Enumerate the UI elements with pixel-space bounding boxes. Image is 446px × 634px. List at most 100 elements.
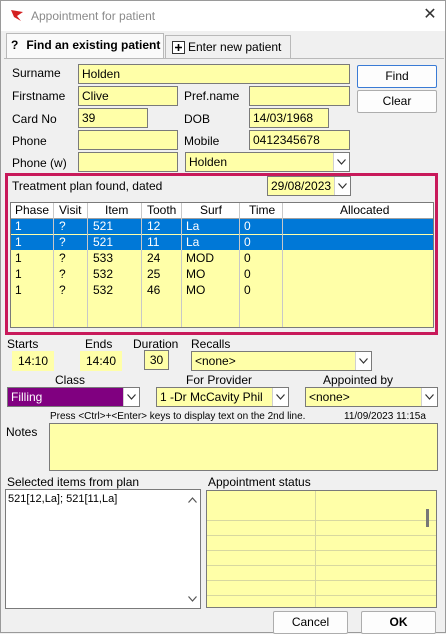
chevron-down-icon[interactable]	[421, 388, 437, 406]
phone-work-field[interactable]	[78, 152, 178, 172]
provider-select[interactable]: 1 -Dr McCavity Phil	[156, 387, 289, 407]
recalls-value: <none>	[195, 354, 236, 368]
plan-cell-phase: 1	[15, 235, 22, 249]
duration-field[interactable]: 30	[144, 350, 169, 370]
clear-button[interactable]: Clear	[357, 90, 437, 113]
plan-row[interactable]: 1? 521 12 La 0	[11, 219, 433, 234]
column-header[interactable]: Time	[249, 203, 275, 218]
tab-label: Enter new patient	[188, 40, 282, 54]
status-row	[207, 506, 436, 521]
mobile-field[interactable]: 0412345678	[249, 130, 350, 150]
ends-field[interactable]: 14:40	[80, 351, 122, 371]
appointed-by-value: <none>	[309, 390, 350, 404]
appointment-status-grid[interactable]	[206, 490, 437, 608]
plan-cell-tooth: 11	[147, 235, 160, 249]
plan-date-value: 29/08/2023	[271, 179, 332, 193]
notes-field[interactable]	[49, 423, 438, 471]
dob-label: DOB	[184, 112, 211, 126]
plan-cell-surf: La	[186, 219, 200, 233]
ok-label: OK	[389, 615, 408, 629]
prefname-field[interactable]	[249, 86, 350, 106]
plan-cell-item: 533	[93, 251, 114, 265]
selected-items-box[interactable]: 521[12,La]; 521[11,La]	[5, 489, 201, 609]
chevron-down-icon[interactable]	[355, 352, 371, 370]
firstname-field[interactable]: Clive	[78, 86, 178, 106]
chevron-down-icon[interactable]	[333, 153, 349, 171]
ok-button[interactable]: OK	[361, 611, 436, 634]
column-header[interactable]: Visit	[59, 203, 81, 218]
class-value: Filling	[11, 390, 43, 404]
family-select-value: Holden	[189, 155, 228, 169]
column-header[interactable]: Allocated	[340, 203, 389, 218]
plan-cell-surf: MO	[186, 267, 206, 281]
tab-find-existing-patient[interactable]: ? Find an existing patient	[6, 33, 164, 59]
status-row	[207, 566, 436, 581]
selected-items-text: 521[12,La]; 521[11,La]	[8, 493, 118, 505]
dob-field[interactable]: 14/03/1968	[249, 108, 329, 128]
plan-cell-item: 532	[93, 283, 114, 297]
plan-date-select[interactable]: 29/08/2023	[267, 176, 351, 196]
surname-label: Surname	[12, 66, 61, 80]
appointed-by-select[interactable]: <none>	[305, 387, 438, 407]
plan-found-label: Treatment plan found, dated	[12, 179, 163, 193]
column-header[interactable]: Item	[105, 203, 128, 218]
plan-row[interactable]: 1? 532 46 MO 0	[11, 283, 433, 298]
chevron-down-icon[interactable]	[272, 388, 288, 406]
plan-cell-visit: ?	[59, 283, 66, 297]
column-divider	[141, 203, 142, 327]
plan-cell-phase: 1	[15, 219, 22, 233]
surname-field[interactable]: Holden	[78, 64, 350, 84]
close-icon[interactable]: ✕	[419, 5, 441, 25]
plan-cell-visit: ?	[59, 235, 66, 249]
plan-cell-visit: ?	[59, 219, 66, 233]
chevron-down-icon[interactable]	[123, 388, 139, 406]
question-icon: ?	[11, 38, 19, 52]
plan-cell-item: 521	[93, 235, 114, 249]
column-divider	[282, 203, 283, 327]
starts-field[interactable]: 14:10	[12, 351, 54, 371]
column-header[interactable]: Surf	[200, 203, 222, 218]
plan-row[interactable]: 1? 521 11 La 0	[11, 235, 433, 250]
cardno-field[interactable]: 39	[78, 108, 148, 128]
find-button[interactable]: Find	[357, 65, 437, 88]
column-divider	[53, 203, 54, 327]
status-scrollbar[interactable]	[421, 505, 435, 557]
column-header[interactable]: Tooth	[147, 203, 176, 218]
plan-cell-time: 0	[244, 219, 251, 233]
title-bar: Appointment for patient ✕	[1, 1, 445, 31]
plan-cell-item: 532	[93, 267, 114, 281]
scroll-down-icon[interactable]	[188, 591, 197, 605]
column-divider	[87, 203, 88, 327]
cancel-button[interactable]: Cancel	[273, 611, 348, 634]
prefname-label: Pref.name	[184, 89, 240, 103]
window-title: Appointment for patient	[31, 9, 156, 23]
plan-cell-phase: 1	[15, 283, 22, 297]
chevron-down-icon[interactable]	[334, 177, 350, 195]
scrollbar-thumb[interactable]	[426, 509, 429, 527]
scroll-up-icon[interactable]	[188, 492, 197, 506]
status-row	[207, 551, 436, 566]
recalls-select[interactable]: <none>	[191, 351, 372, 371]
app-logo-icon	[10, 9, 24, 25]
cardno-label: Card No	[12, 112, 57, 126]
plan-cell-time: 0	[244, 283, 251, 297]
firstname-label: Firstname	[12, 89, 66, 103]
phone-field[interactable]	[78, 130, 178, 150]
tab-enter-new-patient[interactable]: Enter new patient	[165, 35, 291, 59]
family-select[interactable]: Holden	[185, 152, 350, 172]
plan-cell-surf: MOD	[186, 251, 214, 265]
plan-row[interactable]: 1? 532 25 MO 0	[11, 267, 433, 282]
column-header[interactable]: Phase	[15, 203, 49, 218]
column-divider	[239, 203, 240, 327]
plan-cell-time: 0	[244, 251, 251, 265]
plan-cell-phase: 1	[15, 251, 22, 265]
ends-label: Ends	[85, 337, 113, 351]
duration-label: Duration	[133, 337, 179, 351]
class-select[interactable]: Filling	[7, 387, 140, 407]
treatment-plan-grid[interactable]: Phase Visit Item Tooth Surf Time Allocat…	[10, 202, 434, 328]
status-row	[207, 536, 436, 551]
plan-cell-time: 0	[244, 267, 251, 281]
plan-row[interactable]: 1? 533 24 MOD 0	[11, 251, 433, 266]
plan-cell-tooth: 46	[147, 283, 161, 297]
new-document-icon	[172, 41, 185, 54]
